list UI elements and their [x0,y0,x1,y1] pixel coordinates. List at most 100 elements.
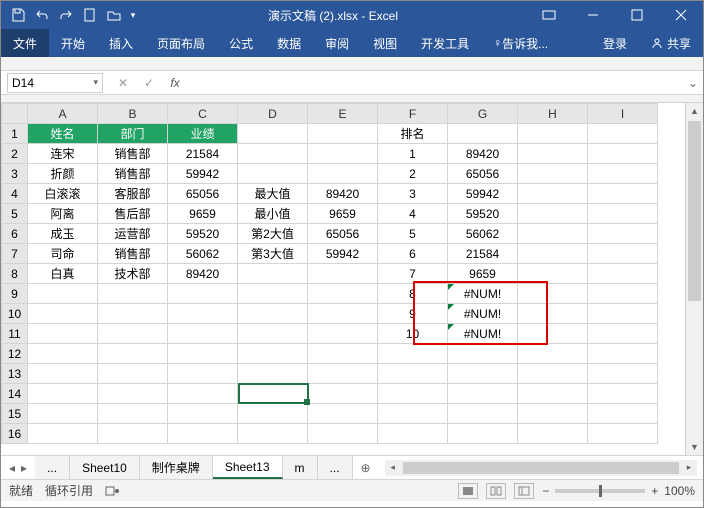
cell[interactable] [308,144,378,164]
cell[interactable] [518,224,588,244]
cell[interactable] [28,364,98,384]
cell[interactable] [308,404,378,424]
cell[interactable] [238,264,308,284]
column-header[interactable]: H [518,104,588,124]
cell[interactable] [518,384,588,404]
sheet-tab-zhizuozhuopai[interactable]: 制作桌牌 [140,456,213,479]
cell[interactable] [448,124,518,144]
row-header[interactable]: 16 [2,424,28,444]
cell[interactable]: 最小值 [238,204,308,224]
cell[interactable] [168,384,238,404]
cell[interactable] [518,124,588,144]
row-header[interactable]: 7 [2,244,28,264]
zoom-in-icon[interactable]: + [651,484,658,498]
new-sheet-icon[interactable]: ⊕ [353,456,379,479]
cell[interactable] [308,424,378,444]
cell[interactable]: 5 [378,224,448,244]
cell[interactable] [308,164,378,184]
cell[interactable]: 最大值 [238,184,308,204]
tab-view[interactable]: 视图 [361,29,409,57]
sheet-nav-prev-icon[interactable]: ◂ [9,461,15,475]
qat-customize-icon[interactable]: ▾ [127,4,139,26]
cell[interactable]: 59942 [168,164,238,184]
row-header[interactable]: 6 [2,224,28,244]
cell[interactable] [28,324,98,344]
cell[interactable] [448,384,518,404]
cell[interactable]: 业绩 [168,124,238,144]
tab-review[interactable]: 审阅 [313,29,361,57]
cell[interactable]: 连宋 [28,144,98,164]
cell[interactable]: 8 [378,284,448,304]
save-icon[interactable] [7,4,29,26]
cell[interactable]: 销售部 [98,164,168,184]
cell[interactable]: 客服部 [98,184,168,204]
scroll-up-icon[interactable]: ▲ [686,103,703,119]
row-header[interactable]: 5 [2,204,28,224]
hscroll-right-icon[interactable]: ▸ [681,460,697,476]
cell[interactable]: 折颜 [28,164,98,184]
sheet-tab-more-right[interactable]: ... [318,456,353,479]
cell[interactable] [518,144,588,164]
column-header[interactable]: D [238,104,308,124]
cell[interactable] [588,424,658,444]
macro-record-icon[interactable] [105,485,119,497]
cell[interactable]: 6 [378,244,448,264]
cell[interactable] [378,384,448,404]
cell[interactable]: 89420 [308,184,378,204]
cancel-icon[interactable]: ✕ [115,76,131,90]
cell[interactable] [378,424,448,444]
cell[interactable] [238,344,308,364]
cell[interactable] [518,184,588,204]
cell[interactable]: 9659 [168,204,238,224]
column-header[interactable]: C [168,104,238,124]
redo-icon[interactable] [55,4,77,26]
cell[interactable]: 56062 [448,224,518,244]
cell[interactable] [168,424,238,444]
cell[interactable] [518,264,588,284]
tab-developer[interactable]: 开发工具 [409,29,481,57]
cell[interactable] [98,364,168,384]
cell[interactable]: 阿离 [28,204,98,224]
fx-icon[interactable]: fx [167,76,183,90]
row-header[interactable]: 10 [2,304,28,324]
cell[interactable] [98,404,168,424]
cell[interactable]: 59942 [308,244,378,264]
cell[interactable]: 售后部 [98,204,168,224]
cell[interactable] [518,404,588,424]
cell[interactable] [28,344,98,364]
cell[interactable] [308,264,378,284]
cell[interactable] [28,384,98,404]
cell[interactable]: 司命 [28,244,98,264]
cell[interactable] [448,404,518,424]
cell[interactable]: 59942 [448,184,518,204]
zoom-level[interactable]: 100% [664,484,695,498]
cell[interactable] [588,264,658,284]
tab-file[interactable]: 文件 [1,29,49,57]
share-button[interactable]: 共享 [639,29,703,57]
cell[interactable] [238,304,308,324]
cell[interactable]: 部门 [98,124,168,144]
cell[interactable] [378,364,448,384]
cell[interactable] [308,284,378,304]
cell[interactable] [518,164,588,184]
cell[interactable] [588,324,658,344]
row-header[interactable]: 15 [2,404,28,424]
cell[interactable]: 9659 [448,264,518,284]
cell[interactable]: 4 [378,204,448,224]
chevron-down-icon[interactable]: ▾ [93,77,98,88]
cell[interactable] [518,204,588,224]
cell[interactable]: 排名 [378,124,448,144]
expand-formula-bar-icon[interactable]: ⌄ [683,73,703,93]
cell[interactable] [308,324,378,344]
cell[interactable] [518,304,588,324]
cell[interactable]: 1 [378,144,448,164]
cell[interactable] [588,284,658,304]
name-box[interactable]: D14▾ [7,73,103,93]
sheet-tab-sheet13[interactable]: Sheet13 [213,456,283,479]
column-header[interactable]: F [378,104,448,124]
cell[interactable] [308,344,378,364]
cell[interactable] [98,344,168,364]
cell[interactable] [238,424,308,444]
view-normal-icon[interactable] [458,483,478,499]
cell[interactable]: 成玉 [28,224,98,244]
